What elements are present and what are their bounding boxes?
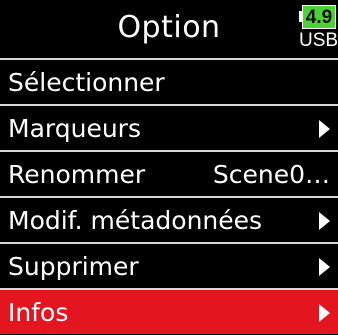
menu-item-marqueurs[interactable]: Marqueurs (0, 104, 338, 150)
menu-item-renommer[interactable]: Renommer Scene0… (0, 150, 338, 196)
battery-level: 4.9 (302, 5, 336, 29)
triangle-right-icon (319, 258, 330, 276)
menu-item-label: Marqueurs (8, 114, 141, 143)
menu-item-supprimer[interactable]: Supprimer (0, 242, 338, 288)
battery-indicator: 4.9 USB (299, 5, 338, 53)
menu-item-value: Scene0… (212, 160, 330, 189)
triangle-right-icon (319, 120, 330, 138)
menu-item-label: Renommer (8, 160, 146, 189)
menu-item-modif-metadonnees[interactable]: Modif. métadonnées (0, 196, 338, 242)
menu-item-label: Supprimer (8, 252, 139, 281)
triangle-right-icon (319, 304, 330, 322)
header: Option 4.9 USB (0, 0, 338, 58)
triangle-right-icon (319, 212, 330, 230)
menu-item-infos[interactable]: Infos (0, 288, 338, 334)
page-title: Option (117, 10, 221, 45)
menu-item-label: Modif. métadonnées (8, 206, 263, 235)
menu-item-selectionner[interactable]: Sélectionner (0, 58, 338, 104)
power-source: USB (299, 30, 338, 51)
menu-item-label: Infos (8, 298, 69, 327)
menu-item-label: Sélectionner (8, 68, 165, 97)
